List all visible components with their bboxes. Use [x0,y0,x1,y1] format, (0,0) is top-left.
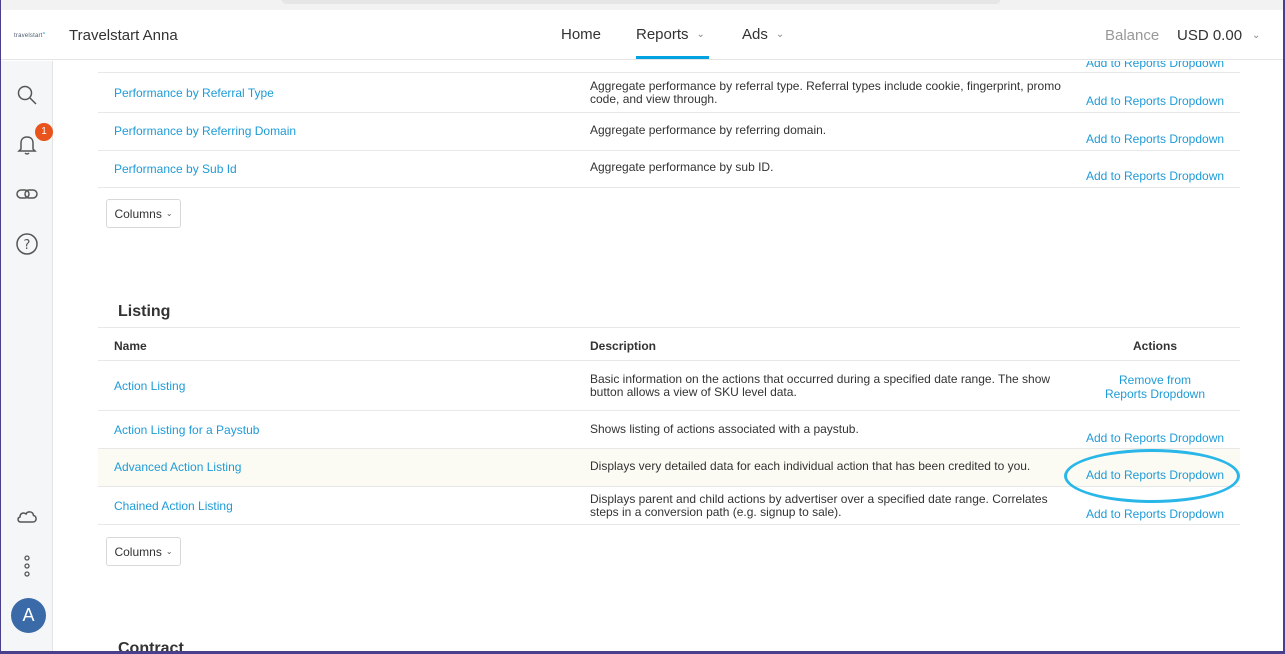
nav-home-label: Home [561,26,602,43]
columns-label: Columns [114,544,162,559]
column-header-name: Name [114,339,147,353]
svg-text:?: ? [24,238,31,253]
report-name-link[interactable]: Action Listing for a Paystub [114,423,259,437]
chevron-down-icon: ⌄ [165,209,173,218]
report-description: Aggregate performance by referral type. … [590,79,1061,106]
chevron-down-icon: ⌄ [696,29,705,40]
report-name-link[interactable]: Performance by Referral Type [114,86,274,100]
remove-from-reports-link[interactable]: Remove from Reports Dropdown [1082,373,1228,401]
balance-label: Balance [1105,27,1160,44]
section-title-contract: Contract [118,640,184,651]
balance-dropdown[interactable]: USD 0.00 ⌄ [1177,27,1260,44]
add-to-reports-link[interactable]: Add to Reports Dropdown [1082,61,1228,70]
table-row: Performance by Referral Type Aggregate p… [98,73,1240,113]
sidebar: 1 ? A [1,61,53,651]
help-icon[interactable]: ? [15,232,39,256]
report-name-link[interactable]: Performance by Sub Id [114,162,237,176]
address-bar[interactable] [281,0,1001,4]
columns-dropdown-button[interactable]: Columns ⌄ [106,537,181,566]
table-row: Action Listing Basic information on the … [98,361,1240,411]
reports-content: Add to Reports Dropdown Performance by R… [53,61,1283,651]
cloud-icon[interactable] [15,504,39,528]
chevron-down-icon: ⌄ [1252,30,1261,41]
add-to-reports-link[interactable]: Add to Reports Dropdown [1082,169,1228,183]
report-name-link[interactable]: Chained Action Listing [114,499,233,513]
report-name-link[interactable]: Performance by Referring Domain [114,124,296,138]
report-description: Aggregate performance by sub ID. [590,160,774,174]
columns-label: Columns [114,206,162,221]
column-header-actions: Actions [1132,339,1177,353]
add-to-reports-link[interactable]: Add to Reports Dropdown [1082,431,1228,445]
add-to-reports-link[interactable]: Add to Reports Dropdown [1082,132,1228,146]
nav-home[interactable]: Home [561,26,601,43]
active-tab-indicator [636,56,709,59]
table-row: Performance by Sub Id Aggregate performa… [98,151,1240,188]
report-name-link[interactable]: Advanced Action Listing [114,460,241,474]
account-name: Travelstart Anna [69,27,178,44]
column-header-description: Description [590,339,657,353]
logo-text: travelstart [14,33,43,39]
columns-dropdown-button[interactable]: Columns ⌄ [106,199,181,228]
chevron-down-icon: ⌄ [165,547,173,556]
table-row: Action Listing for a Paystub Shows listi… [98,411,1240,449]
chevron-down-icon: ⌄ [775,29,785,40]
report-description: Basic information on the actions that oc… [590,372,1051,399]
browser-viewport: travelstart° Travelstart Anna Home Repor… [1,0,1283,651]
report-description: Displays parent and child actions by adv… [590,492,1048,519]
search-icon[interactable] [15,83,39,107]
avatar[interactable]: A [11,598,46,633]
report-name-link[interactable]: Action Listing [114,379,185,393]
balance-value: USD 0.00 [1177,27,1243,44]
add-to-reports-link[interactable]: Add to Reports Dropdown [1082,94,1228,108]
table-header-row: Name Description Actions [98,327,1240,361]
add-to-reports-link[interactable]: Add to Reports Dropdown [1082,507,1228,521]
highlight-circle-annotation [1064,449,1240,503]
report-description: Displays very detailed data for each ind… [590,459,1031,473]
notification-badge: 1 [35,123,53,141]
nav-ads[interactable]: Ads ⌄ [742,26,784,43]
report-description: Shows listing of actions associated with… [590,422,859,436]
link-icon[interactable] [15,182,39,206]
browser-chrome [1,0,1283,10]
top-navigation: travelstart° Travelstart Anna Home Repor… [1,10,1283,60]
table-row: Performance by Referring Domain Aggregat… [98,113,1240,151]
table-row: Add to Reports Dropdown [98,61,1240,73]
brand-logo[interactable]: travelstart° [14,32,46,39]
section-title-listing: Listing [118,303,171,320]
nav-ads-label: Ads [742,26,768,43]
report-description: Aggregate performance by referring domai… [590,123,827,137]
table-row: Chained Action Listing Displays parent a… [98,487,1240,525]
nav-reports-label: Reports [636,26,689,43]
nav-reports[interactable]: Reports ⌄ [636,26,705,43]
more-options-icon[interactable] [15,554,39,578]
